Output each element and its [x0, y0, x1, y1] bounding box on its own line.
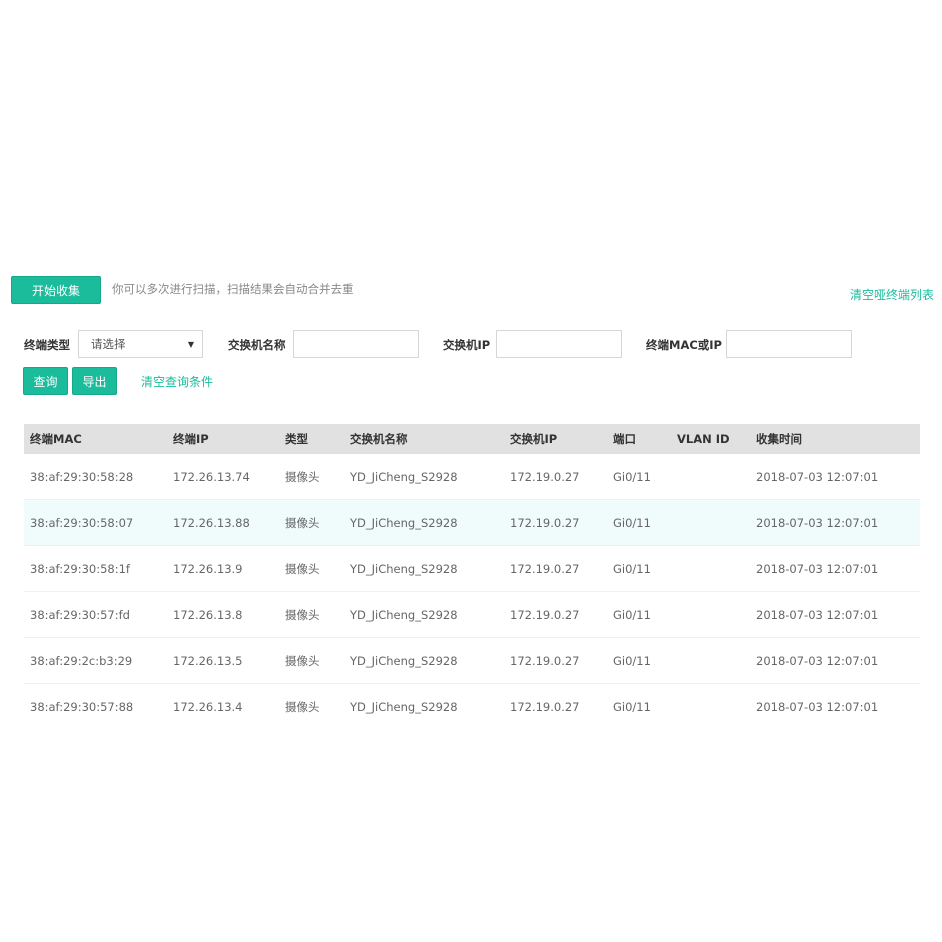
switch-name-label: 交换机名称: [228, 338, 286, 352]
table-row[interactable]: 38:af:29:30:58:28 172.26.13.74 摄像头 YD_Ji…: [24, 454, 920, 500]
col-vlan-id[interactable]: VLAN ID: [677, 432, 730, 446]
cell-mac: 38:af:29:30:58:28: [30, 470, 134, 484]
table-row[interactable]: 38:af:29:2c:b3:29 172.26.13.5 摄像头 YD_JiC…: [24, 638, 920, 684]
cell-switch-name: YD_JiCheng_S2928: [350, 470, 458, 484]
cell-mac: 38:af:29:30:57:fd: [30, 608, 130, 622]
cell-switch-name: YD_JiCheng_S2928: [350, 562, 458, 576]
cell-mac: 38:af:29:30:57:88: [30, 700, 134, 714]
cell-switch-ip: 172.19.0.27: [510, 516, 580, 530]
col-type[interactable]: 类型: [285, 431, 308, 447]
col-terminal-ip[interactable]: 终端IP: [173, 431, 209, 447]
cell-type: 摄像头: [285, 700, 320, 714]
cell-switch-ip: 172.19.0.27: [510, 608, 580, 622]
switch-ip-input[interactable]: [496, 330, 622, 358]
cell-collect-time: 2018-07-03 12:07:01: [756, 562, 879, 576]
col-terminal-mac[interactable]: 终端MAC: [30, 431, 82, 447]
cell-type: 摄像头: [285, 562, 320, 576]
cell-type: 摄像头: [285, 654, 320, 668]
cell-switch-name: YD_JiCheng_S2928: [350, 608, 458, 622]
cell-ip: 172.26.13.88: [173, 516, 250, 530]
cell-mac: 38:af:29:2c:b3:29: [30, 654, 133, 668]
cell-switch-name: YD_JiCheng_S2928: [350, 700, 458, 714]
cell-switch-ip: 172.19.0.27: [510, 470, 580, 484]
scan-hint-text: 你可以多次进行扫描，扫描结果会自动合并去重: [112, 282, 354, 296]
start-scan-button[interactable]: 开始收集: [11, 276, 101, 304]
col-collect-time[interactable]: 收集时间: [756, 431, 802, 447]
cell-ip: 172.26.13.8: [173, 608, 243, 622]
cell-type: 摄像头: [285, 608, 320, 622]
cell-collect-time: 2018-07-03 12:07:01: [756, 654, 879, 668]
table-header: 终端MAC 终端IP 类型 交换机名称 交换机IP 端口 VLAN ID 收集时…: [24, 424, 920, 454]
cell-port: Gi0/11: [613, 654, 651, 668]
cell-mac: 38:af:29:30:58:1f: [30, 562, 130, 576]
terminal-type-select[interactable]: 请选择 ▼: [78, 330, 203, 358]
cell-ip: 172.26.13.5: [173, 654, 243, 668]
terminal-mac-ip-input[interactable]: [726, 330, 852, 358]
terminal-type-label: 终端类型: [24, 338, 70, 352]
cell-switch-name: YD_JiCheng_S2928: [350, 654, 458, 668]
clear-dumb-terminal-list-link[interactable]: 清空哑终端列表: [850, 286, 934, 303]
clear-query-conditions-link[interactable]: 清空查询条件: [141, 373, 213, 390]
terminal-table: 终端MAC 终端IP 类型 交换机名称 交换机IP 端口 VLAN ID 收集时…: [24, 424, 920, 730]
cell-switch-ip: 172.19.0.27: [510, 654, 580, 668]
cell-port: Gi0/11: [613, 700, 651, 714]
table-row[interactable]: 38:af:29:30:58:1f 172.26.13.9 摄像头 YD_JiC…: [24, 546, 920, 592]
cell-port: Gi0/11: [613, 608, 651, 622]
cell-collect-time: 2018-07-03 12:07:01: [756, 608, 879, 622]
query-button[interactable]: 查询: [23, 367, 68, 395]
table-row[interactable]: 38:af:29:30:58:07 172.26.13.88 摄像头 YD_Ji…: [24, 500, 920, 546]
cell-ip: 172.26.13.74: [173, 470, 250, 484]
cell-switch-ip: 172.19.0.27: [510, 562, 580, 576]
cell-mac: 38:af:29:30:58:07: [30, 516, 134, 530]
cell-type: 摄像头: [285, 470, 320, 484]
cell-port: Gi0/11: [613, 516, 651, 530]
col-switch-ip[interactable]: 交换机IP: [510, 431, 557, 447]
cell-ip: 172.26.13.9: [173, 562, 243, 576]
cell-port: Gi0/11: [613, 562, 651, 576]
chevron-down-icon: ▼: [187, 339, 194, 349]
table-row[interactable]: 38:af:29:30:57:88 172.26.13.4 摄像头 YD_JiC…: [24, 684, 920, 730]
cell-ip: 172.26.13.4: [173, 700, 243, 714]
cell-collect-time: 2018-07-03 12:07:01: [756, 700, 879, 714]
cell-port: Gi0/11: [613, 470, 651, 484]
cell-switch-ip: 172.19.0.27: [510, 700, 580, 714]
col-port[interactable]: 端口: [613, 431, 636, 447]
export-button[interactable]: 导出: [72, 367, 117, 395]
cell-collect-time: 2018-07-03 12:07:01: [756, 470, 879, 484]
table-row[interactable]: 38:af:29:30:57:fd 172.26.13.8 摄像头 YD_JiC…: [24, 592, 920, 638]
terminal-type-selected: 请选择: [91, 337, 126, 351]
cell-switch-name: YD_JiCheng_S2928: [350, 516, 458, 530]
col-switch-name[interactable]: 交换机名称: [350, 431, 408, 447]
cell-type: 摄像头: [285, 516, 320, 530]
cell-collect-time: 2018-07-03 12:07:01: [756, 516, 879, 530]
switch-name-input[interactable]: [293, 330, 419, 358]
switch-ip-label: 交换机IP: [443, 338, 491, 352]
terminal-mac-ip-label: 终端MAC或IP: [646, 338, 722, 352]
